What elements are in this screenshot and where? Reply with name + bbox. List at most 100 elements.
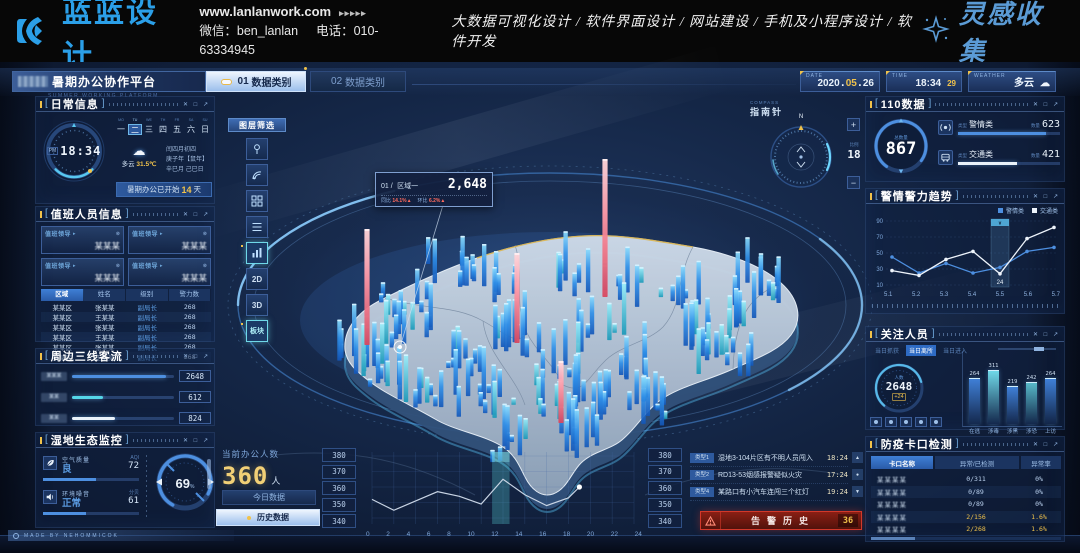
leaf-icon: [43, 456, 57, 470]
scroll-up-icon[interactable]: ▲: [852, 452, 863, 463]
header-rate[interactable]: 异常率: [1021, 456, 1061, 469]
calendar-day[interactable]: TU二: [128, 117, 142, 135]
office-count-label: 当前办公人数: [222, 448, 322, 460]
tab-left-today[interactable]: 当日离所: [906, 345, 936, 356]
layer-filter-toolbar: 图层筛选 2D 3D 板块: [228, 118, 286, 346]
y-axis-value: 350: [648, 498, 682, 512]
layer-filter-title: 图层筛选: [228, 118, 286, 132]
panel-header-icons[interactable]: ✕ □ ↗: [1033, 441, 1060, 448]
header-detect[interactable]: 异常/已检测: [935, 456, 1019, 469]
history-data-button[interactable]: 历史数据: [216, 509, 320, 526]
alert-row[interactable]: 类型2RD13-53烟感报警疑似火灾17:24: [690, 467, 848, 484]
layer-btn-bars[interactable]: [246, 242, 268, 264]
focus-bar[interactable]: 219涉黑: [1006, 379, 1019, 426]
tool-icon-1[interactable]: [870, 417, 882, 427]
x-tick-label: 12: [491, 531, 498, 538]
panel-header-icons[interactable]: ✕ □ ↗: [183, 211, 210, 218]
tab-captured-today[interactable]: 当日抓获: [872, 345, 902, 356]
time-display: TIME 18:34 29: [886, 71, 962, 92]
panel-title: 110数据: [881, 96, 926, 112]
calendar-day[interactable]: SA六: [184, 117, 198, 135]
scrollbar[interactable]: [871, 537, 1061, 540]
layer-btn-pin[interactable]: [246, 138, 268, 160]
calendar-day[interactable]: WE三: [142, 117, 156, 135]
panel-header-icons[interactable]: ✕ □ ↗: [1033, 101, 1060, 108]
tooltip-region: 区域一: [397, 181, 418, 191]
zoom-out-button[interactable]: −: [847, 176, 860, 189]
today-data-button[interactable]: 今日数据: [222, 490, 316, 505]
checkpoint-row[interactable]: 某某某某0/3110%: [871, 473, 1061, 486]
layer-btn-2D[interactable]: 2D: [246, 268, 268, 290]
panel-header-icons[interactable]: ✕ □ ↗: [183, 353, 210, 360]
focus-bar[interactable]: 264上访: [1044, 371, 1057, 426]
type-name: 交通类: [969, 149, 993, 160]
clock-meridiem: PM: [47, 147, 59, 155]
flow-row: 某某某2648: [41, 369, 211, 383]
focus-bar[interactable]: 264在逃: [968, 371, 981, 426]
count-value: 421: [1042, 149, 1060, 160]
duty-leader-card[interactable]: 值班领导▸⊗某某某: [128, 258, 211, 286]
tab-marker-icon: [221, 79, 232, 85]
censored-block: [18, 76, 48, 87]
calendar-day[interactable]: MO一: [114, 117, 128, 135]
duty-leader-card[interactable]: 值班领导▸⊗某某某: [128, 226, 211, 254]
panel-header-icons[interactable]: ✕ □ ↗: [183, 437, 210, 444]
layer-btn-板块[interactable]: 板块: [246, 320, 268, 342]
tool-icon-5[interactable]: [930, 417, 942, 427]
flow-row: 某某612: [41, 390, 211, 404]
checkpoint-row[interactable]: 某某某某0/890%: [871, 498, 1061, 511]
duty-table-row[interactable]: 某某区王某某副局长268: [41, 332, 211, 342]
focus-bar[interactable]: 242涉恐: [1025, 375, 1038, 426]
calendar-day[interactable]: TH四: [156, 117, 170, 135]
legend-item[interactable]: 交通类: [1032, 206, 1058, 215]
inspiration-collect[interactable]: 灵感收集: [921, 0, 1060, 68]
duty-table-row[interactable]: 某某区王某某副局长268: [41, 312, 211, 322]
warning-triangle-icon: [701, 512, 721, 529]
header-name[interactable]: 卡口名称: [871, 456, 933, 469]
duty-leader-cards: 值班领导▸⊗某某某值班领导▸⊗某某某值班领导▸⊗某某某值班领导▸⊗某某某: [41, 226, 211, 286]
panel-header-icons[interactable]: ✕ □ ↗: [1033, 193, 1060, 200]
alert-text: 某路口有小汽车连闯三个红灯: [718, 487, 823, 497]
duty-leader-card[interactable]: 值班领导▸⊗某某某: [41, 226, 124, 254]
alert-row[interactable]: 类型4某路口有小汽车连闯三个红灯19:24: [690, 484, 848, 501]
layer-btn-grid[interactable]: [246, 190, 268, 212]
scrollbar-thumb[interactable]: [207, 459, 211, 489]
duty-table-row[interactable]: 某某区张某某副局长268: [41, 302, 211, 312]
calendar-day[interactable]: FR五: [170, 117, 184, 135]
panel-header-icons[interactable]: ✕ □ ↗: [1033, 331, 1060, 338]
tool-icon-2[interactable]: [885, 417, 897, 427]
mom-label: 环比: [418, 198, 428, 204]
duty-table-row[interactable]: 某某区张某某副局长268: [41, 322, 211, 332]
focus-bar[interactable]: 311涉毒: [987, 363, 1000, 426]
website-url[interactable]: www.lanlanwork.com: [199, 4, 331, 19]
alarm-history-banner[interactable]: 告警历史 36: [700, 511, 862, 530]
office-line-chart[interactable]: [362, 448, 644, 530]
layer-btn-list[interactable]: [246, 216, 268, 238]
alert-list: 类型1湿地3-104片区有不明人员闯入18:24类型2RD13-53烟感报警疑似…: [690, 450, 848, 501]
calendar-day[interactable]: SU日: [198, 117, 212, 135]
legend-item[interactable]: 警情类: [998, 206, 1024, 215]
duty-leader-card[interactable]: 值班领导▸⊗某某某: [41, 258, 124, 286]
checkpoint-row[interactable]: 某某某某2/2681.6%: [871, 523, 1061, 536]
panel-header-icons[interactable]: ✕ □ ↗: [183, 101, 210, 108]
layer-btn-radar[interactable]: [246, 164, 268, 186]
layer-btn-3D[interactable]: 3D: [246, 294, 268, 316]
checkpoint-row[interactable]: 某某某某2/1561.6%: [871, 511, 1061, 524]
scroll-down-icon[interactable]: ▼: [852, 486, 863, 497]
scroll-dot-icon[interactable]: ●: [852, 469, 863, 480]
tick-ruler: [872, 304, 1060, 308]
tab-data-category-2[interactable]: 02 数据类别: [310, 71, 406, 92]
tool-icon-3[interactable]: [900, 417, 912, 427]
checkpoint-row[interactable]: 某某某某0/890%: [871, 486, 1061, 499]
mini-slider[interactable]: [998, 348, 1056, 350]
ring-delta: +24: [892, 393, 905, 401]
up-arrow-icon: ▲: [407, 198, 412, 204]
trend-line-chart[interactable]: 9070503010∨24: [870, 215, 1062, 291]
checkpoint-rows: 某某某某0/3110%某某某某0/890%某某某某0/890%某某某某2/156…: [871, 473, 1061, 536]
wechat-id: 微信：ben_lanlan: [199, 24, 298, 38]
compass-dial[interactable]: [764, 116, 838, 190]
tab-data-category-1[interactable]: 01 数据类别: [206, 71, 306, 92]
zoom-in-button[interactable]: +: [847, 118, 860, 131]
alert-row[interactable]: 类型1湿地3-104片区有不明人员闯入18:24: [690, 450, 848, 467]
tool-icon-4[interactable]: [915, 417, 927, 427]
